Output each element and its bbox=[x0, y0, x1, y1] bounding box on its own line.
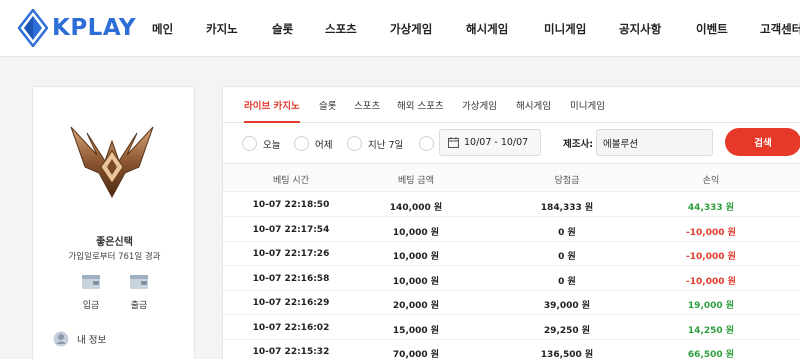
cell-profit-loss: -10,000 원 bbox=[686, 276, 736, 287]
nav-customer-center[interactable]: 고객센터 bbox=[760, 21, 800, 37]
user-icon bbox=[53, 331, 69, 347]
cell-profit-loss: -10,000 원 bbox=[686, 252, 736, 262]
radio-circle bbox=[347, 136, 362, 151]
header-profit-loss: 손익 bbox=[702, 176, 720, 186]
tab-slot[interactable]: 슬롯 bbox=[319, 98, 336, 112]
cell-bet-time: 10-07 22:15:32 bbox=[252, 347, 330, 357]
table-row: 10-07 22:17:54 10,000 원 0 원 -10,000 원 bbox=[223, 218, 800, 242]
cell-profit-loss: 19,000 원 bbox=[687, 301, 735, 311]
date-range-text: 10/07 - 10/07 bbox=[464, 137, 529, 148]
cell-bet-amount: 10,000 원 bbox=[392, 252, 440, 262]
deposit-button[interactable]: 입금 bbox=[71, 273, 111, 311]
cell-bet-time: 10-07 22:17:26 bbox=[252, 249, 330, 259]
withdraw-label: 출금 bbox=[130, 301, 148, 311]
nav-mini-game[interactable]: 미니게임 bbox=[544, 21, 586, 37]
tab-sports[interactable]: 스포츠 bbox=[354, 98, 380, 112]
table-row: 10-07 22:17:26 10,000 원 0 원 -10,000 원 bbox=[223, 242, 800, 266]
cell-win-amount: 184,333 원 bbox=[540, 203, 594, 213]
cell-bet-time: 10-07 22:16:29 bbox=[252, 298, 330, 308]
nav-hash-game[interactable]: 해시게임 bbox=[466, 21, 508, 37]
cell-profit-loss: 44,333 원 bbox=[687, 203, 735, 213]
period-today-label: 오늘 bbox=[263, 139, 281, 151]
cell-profit-loss: 66,500 원 bbox=[687, 350, 735, 359]
wallet-in-icon bbox=[82, 275, 100, 289]
cell-bet-amount: 70,000 원 bbox=[392, 350, 440, 359]
cell-win-amount: 29,250 원 bbox=[543, 325, 591, 336]
table-row: 10-07 22:16:29 20,000 원 39,000 원 19,000 원 bbox=[223, 291, 800, 315]
header-win-amount: 당첨금 bbox=[554, 176, 580, 186]
top-header: KPLAY 메인 카지노 슬롯 스포츠 가상게임 해시게임 미니게임 공지사항 … bbox=[0, 0, 800, 57]
radio-circle bbox=[242, 136, 257, 151]
tab-virtual-game[interactable]: 가상게임 bbox=[462, 98, 497, 112]
date-range-picker[interactable]: 10/07 - 10/07 bbox=[439, 129, 541, 156]
nav-main[interactable]: 메인 bbox=[152, 21, 173, 37]
cell-bet-amount: 10,000 원 bbox=[392, 227, 440, 238]
member-since: 가입일로부터 761일 경과 bbox=[68, 252, 161, 262]
table-row: 10-07 22:16:02 15,000 원 29,250 원 14,250 원 bbox=[223, 316, 800, 340]
nav-casino[interactable]: 카지노 bbox=[206, 21, 238, 37]
header-bet-amount: 베팅 금액 bbox=[398, 176, 434, 186]
cell-bet-time: 10-07 22:17:54 bbox=[252, 224, 330, 235]
cell-bet-amount: 20,000 원 bbox=[392, 301, 440, 311]
cell-profit-loss: -10,000 원 bbox=[686, 227, 736, 238]
period-today-radio[interactable]: 오늘 bbox=[242, 136, 280, 151]
logo-text: KPLAY bbox=[52, 15, 137, 41]
period-last7-label: 지난 7일 bbox=[368, 139, 404, 151]
radio-circle bbox=[294, 136, 309, 151]
nav-event[interactable]: 이벤트 bbox=[696, 21, 728, 37]
tab-hash-game[interactable]: 해시게임 bbox=[516, 98, 551, 112]
table-row: 10-07 22:15:32 70,000 원 136,500 원 66,500 원 bbox=[223, 340, 800, 359]
cell-bet-amount: 15,000 원 bbox=[392, 325, 440, 336]
nav-notice[interactable]: 공지사항 bbox=[619, 21, 661, 37]
maker-input[interactable] bbox=[596, 129, 713, 156]
my-info-label: 내 정보 bbox=[77, 335, 107, 346]
withdraw-button[interactable]: 출금 bbox=[119, 273, 159, 311]
table-row: 10-07 22:16:58 10,000 원 0 원 -10,000 원 bbox=[223, 267, 800, 291]
cell-bet-time: 10-07 22:16:02 bbox=[252, 322, 330, 333]
cell-bet-time: 10-07 22:18:50 bbox=[252, 200, 330, 210]
period-custom-radio[interactable] bbox=[419, 136, 440, 151]
cell-bet-time: 10-07 22:16:58 bbox=[252, 273, 330, 284]
header-bet-time: 베팅 시간 bbox=[273, 176, 309, 186]
calendar-icon bbox=[448, 137, 459, 148]
tab-live-casino[interactable]: 라이브 카지노 bbox=[244, 98, 300, 123]
cell-win-amount: 0 원 bbox=[558, 252, 576, 262]
period-yesterday-radio[interactable]: 어제 bbox=[294, 136, 332, 151]
nav-sports[interactable]: 스포츠 bbox=[325, 21, 357, 37]
deposit-label: 입금 bbox=[82, 301, 100, 311]
tab-mini-game[interactable]: 미니게임 bbox=[570, 98, 605, 112]
cell-bet-amount: 140,000 원 bbox=[389, 203, 443, 213]
wallet-out-icon bbox=[130, 275, 148, 289]
nickname: 좋은신택 bbox=[96, 237, 133, 248]
my-info-link[interactable]: 내 정보 bbox=[53, 331, 106, 347]
nav-slot[interactable]: 슬롯 bbox=[272, 21, 293, 37]
table-header: 베팅 시간 베팅 금액 당첨금 손익 bbox=[223, 164, 800, 192]
profile-card: 좋은신택 가입일로부터 761일 경과 입금 출금 내 정보 bbox=[32, 86, 195, 359]
period-yesterday-label: 어제 bbox=[315, 139, 333, 151]
tab-overseas-sports[interactable]: 해외 스포츠 bbox=[397, 98, 444, 112]
cell-win-amount: 0 원 bbox=[558, 227, 576, 238]
game-tabs: 라이브 카지노 슬롯 스포츠 해외 스포츠 가상게임 해시게임 미니게임 bbox=[223, 87, 800, 123]
betting-history-panel: 라이브 카지노 슬롯 스포츠 해외 스포츠 가상게임 해시게임 미니게임 오늘 … bbox=[222, 86, 800, 359]
period-last7-radio[interactable]: 지난 7일 bbox=[347, 136, 403, 151]
cell-win-amount: 0 원 bbox=[558, 276, 576, 287]
radio-circle bbox=[419, 136, 434, 151]
table-row: 10-07 22:18:50 140,000 원 184,333 원 44,333 원 bbox=[223, 193, 800, 217]
cell-win-amount: 136,500 원 bbox=[540, 350, 594, 359]
filter-bar: 오늘 어제 지난 7일 10/07 - 10/07 제조사: 검색 bbox=[223, 123, 800, 164]
cell-profit-loss: 14,250 원 bbox=[687, 325, 735, 336]
site-logo[interactable]: KPLAY bbox=[18, 9, 136, 47]
cell-bet-amount: 10,000 원 bbox=[392, 276, 440, 287]
nav-virtual-game[interactable]: 가상게임 bbox=[390, 21, 432, 37]
logo-mark-icon bbox=[18, 9, 48, 47]
bronze-rank-emblem-icon bbox=[70, 126, 154, 199]
maker-label: 제조사: bbox=[563, 139, 594, 150]
cell-win-amount: 39,000 원 bbox=[543, 301, 591, 311]
search-button[interactable]: 검색 bbox=[725, 128, 800, 156]
